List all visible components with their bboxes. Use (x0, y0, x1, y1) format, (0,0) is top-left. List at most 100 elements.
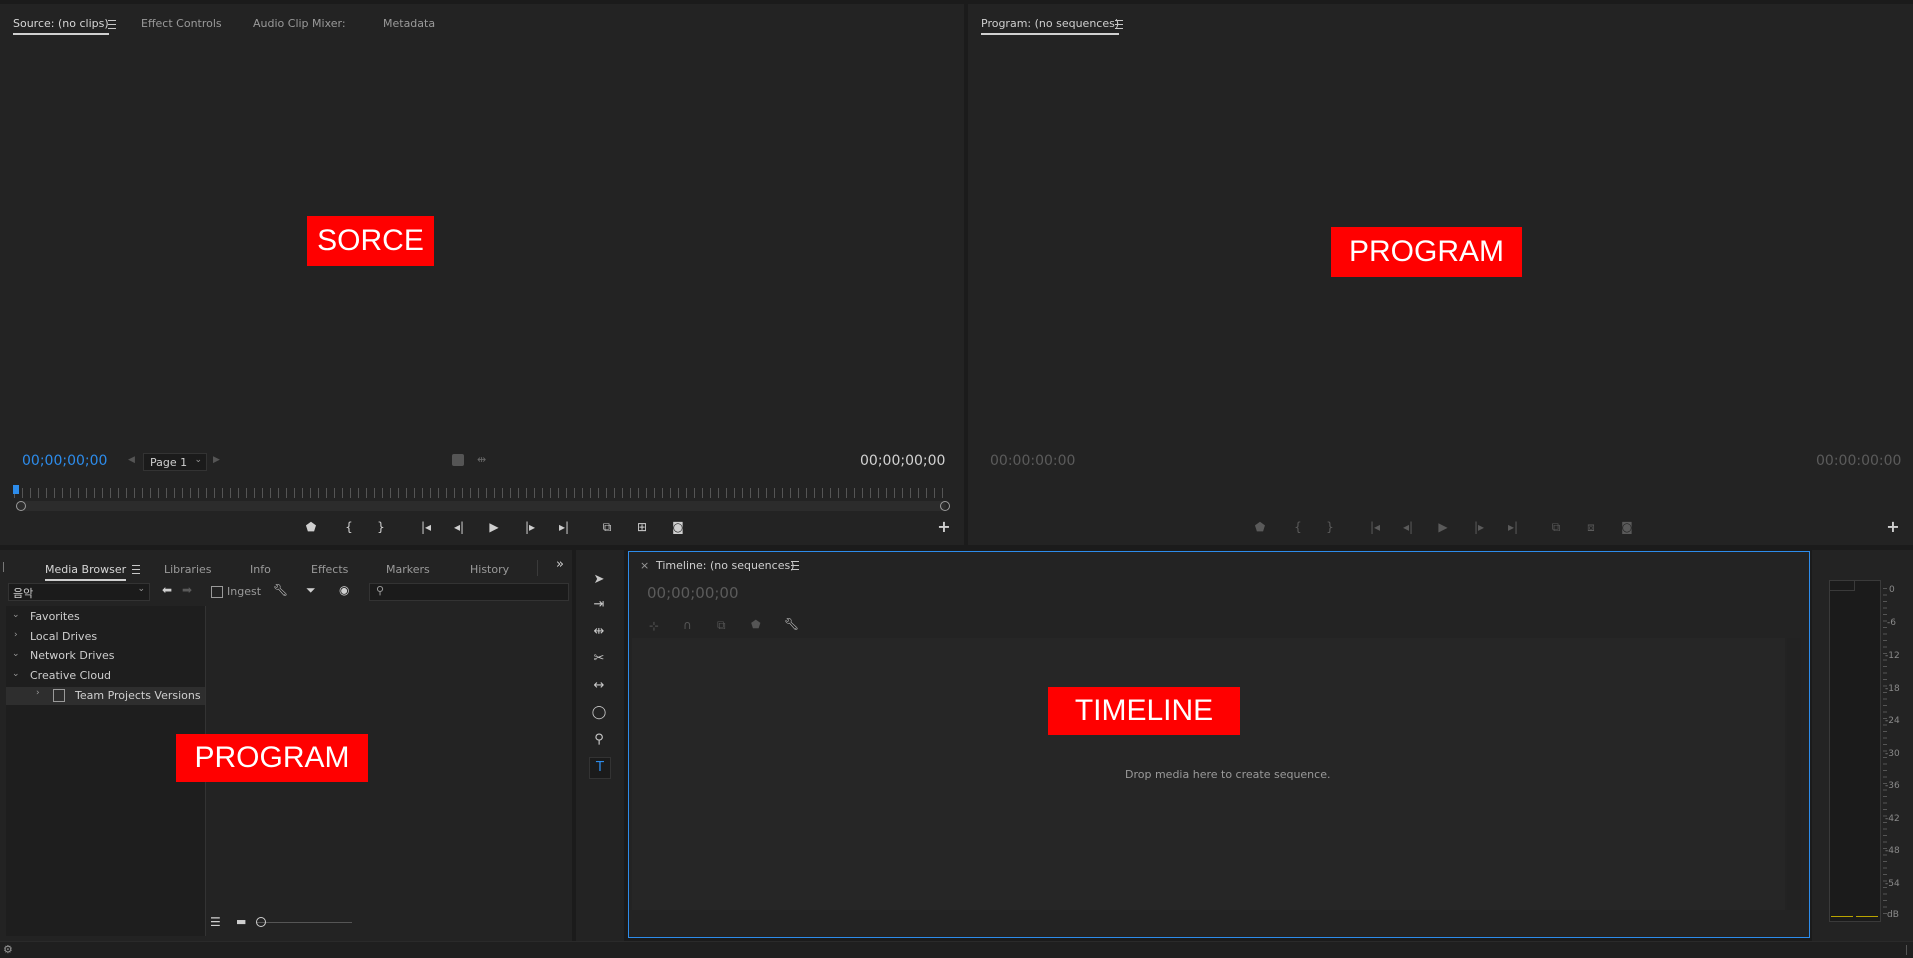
status-icon[interactable]: ⚙ (3, 943, 13, 956)
zoom-slider-handle[interactable] (256, 917, 266, 927)
snap-icon[interactable]: ∩ (683, 618, 692, 632)
chevron-down-icon: ⌄ (137, 584, 145, 594)
wrench-icon[interactable]: 🔧︎ (273, 583, 288, 597)
ripple-edit-tool-icon[interactable]: ⇹ (589, 622, 609, 642)
zoom-handle-left[interactable] (16, 501, 26, 511)
timeline-tab[interactable]: Timeline: (no sequences) (656, 559, 795, 572)
libraries-tab[interactable]: Libraries (164, 563, 212, 576)
filter-icon[interactable]: ⏷ (306, 583, 316, 598)
timeline-close-icon[interactable]: × (640, 559, 649, 572)
go-to-out-button[interactable]: ▸| (554, 519, 574, 535)
step-back-button[interactable]: ◂| (449, 519, 469, 535)
ellipse-tool-icon[interactable]: ◯ (589, 703, 609, 723)
chevron-down-icon: ⌄ (12, 649, 20, 659)
razor-tool-icon[interactable]: ✂ (589, 649, 609, 669)
mark-in-button[interactable]: { (339, 519, 359, 535)
source-time-ruler[interactable] (14, 488, 948, 498)
button-editor-plus-icon[interactable]: + (934, 519, 954, 535)
play-button[interactable]: ▶ (1433, 519, 1453, 535)
go-to-in-button[interactable]: |◂ (416, 519, 436, 535)
zoom-slider[interactable] (256, 922, 352, 923)
tree-item-local-drives[interactable]: › Local Drives (6, 630, 205, 646)
extract-button[interactable]: ⧈ (1581, 519, 1601, 535)
program-tab-menu-icon[interactable] (1115, 20, 1123, 29)
view-icon[interactable]: ◉ (339, 583, 349, 597)
meter-scale-36: -36 (1885, 781, 1900, 791)
page-select[interactable]: Page 1 ⌄ (143, 453, 207, 471)
meter-scale-6: -6 (1887, 618, 1896, 628)
program-timecode-current[interactable]: 00:00:00:00 (990, 453, 1075, 469)
icon-view-icon[interactable]: ▬ (236, 915, 246, 928)
history-tab[interactable]: History (470, 563, 509, 576)
timeline-scrollbar[interactable] (1787, 638, 1801, 910)
meter-scale-42: -42 (1885, 814, 1900, 824)
overwrite-button[interactable]: ⊞ (632, 519, 652, 535)
drop-frame-icon[interactable] (452, 454, 464, 466)
insert-button[interactable]: ⧉ (597, 519, 617, 535)
go-to-out-button[interactable]: ▸| (1503, 519, 1523, 535)
track-select-tool-icon[interactable]: ⇥ (589, 595, 609, 615)
zoom-tool-icon[interactable]: ⚲ (589, 730, 609, 750)
source-tab-menu-icon[interactable] (108, 20, 116, 29)
linked-selection-icon[interactable]: ⧉ (717, 618, 726, 633)
button-editor-plus-icon[interactable]: + (1883, 519, 1903, 535)
location-value: 음악 (13, 587, 34, 600)
source-zoom-bar[interactable] (16, 501, 946, 511)
playhead-icon[interactable] (13, 485, 19, 494)
location-dropdown[interactable]: 음악 ⌄ (8, 583, 150, 601)
source-timecode-current[interactable]: 00;00;00;00 (22, 453, 107, 469)
timeline-menu-icon[interactable] (791, 561, 799, 570)
timeline-settings-wrench-icon[interactable]: 🔧︎ (784, 617, 799, 631)
play-button[interactable]: ▶ (484, 519, 504, 535)
fit-icon[interactable]: ⇹ (477, 453, 486, 466)
search-input[interactable]: ⚲ (369, 583, 569, 601)
mark-out-button[interactable]: } (371, 519, 391, 535)
camera-icon[interactable]: ◙ (1617, 519, 1637, 535)
zoom-handle-right[interactable] (940, 501, 950, 511)
back-arrow-icon[interactable]: ⬅ (162, 583, 172, 597)
step-back-button[interactable]: ◂| (1398, 519, 1418, 535)
type-tool-icon[interactable]: T (589, 757, 611, 779)
tree-item-creative-cloud[interactable]: ⌄ Creative Cloud (6, 669, 205, 685)
info-tab[interactable]: Info (250, 563, 271, 576)
effect-controls-tab[interactable]: Effect Controls (141, 17, 222, 30)
metadata-tab[interactable]: Metadata (383, 17, 435, 30)
step-forward-button[interactable]: |▸ (1469, 519, 1489, 535)
overflow-tabs-icon[interactable]: » (556, 557, 564, 572)
prev-page-icon[interactable]: ◀ (128, 455, 135, 465)
audio-meter-level-left (1831, 916, 1853, 917)
ingest-checkbox[interactable] (211, 586, 223, 598)
add-marker-button[interactable]: ⬟ (301, 519, 321, 535)
markers-tab[interactable]: Markers (386, 563, 430, 576)
lift-button[interactable]: ⧉ (1546, 519, 1566, 535)
tab-divider (537, 560, 538, 576)
program-tab[interactable]: Program: (no sequences) (981, 17, 1120, 35)
team-projects-icon (53, 689, 65, 702)
forward-arrow-icon[interactable]: ➡ (182, 583, 192, 597)
drop-media-hint: Drop media here to create sequence. (1125, 768, 1331, 781)
nest-icon[interactable]: ⊹ (649, 619, 659, 633)
camera-icon[interactable]: ◙ (668, 519, 688, 535)
tree-item-network-drives[interactable]: ⌄ Network Drives (6, 649, 205, 665)
tree-label: Creative Cloud (30, 669, 112, 682)
slip-tool-icon[interactable]: ↔ (589, 676, 609, 696)
mark-out-button[interactable]: } (1320, 519, 1340, 535)
media-browser-menu-icon[interactable] (132, 565, 140, 574)
step-forward-button[interactable]: |▸ (520, 519, 540, 535)
add-marker-icon[interactable]: ⬟ (751, 618, 761, 631)
selection-tool-icon[interactable]: ➤ (589, 570, 609, 590)
source-tab[interactable]: Source: (no clips) (13, 17, 109, 35)
audio-clip-mixer-tab[interactable]: Audio Clip Mixer: (253, 17, 346, 30)
media-browser-panel: Media Browser Libraries Info Effects Mar… (0, 550, 572, 942)
timeline-timecode[interactable]: 00;00;00;00 (647, 584, 739, 602)
next-page-icon[interactable]: ▶ (213, 455, 220, 465)
mark-in-button[interactable]: { (1288, 519, 1308, 535)
tree-item-favorites[interactable]: ⌄ Favorites (6, 610, 205, 626)
add-marker-button[interactable]: ⬟ (1250, 519, 1270, 535)
go-to-in-button[interactable]: |◂ (1365, 519, 1385, 535)
list-view-icon[interactable]: ☰ (210, 915, 221, 929)
tree-item-team-projects-versions[interactable]: › Team Projects Versions (6, 687, 205, 705)
audio-meter-bar (1829, 580, 1881, 922)
media-browser-tab[interactable]: Media Browser (45, 563, 127, 581)
effects-tab[interactable]: Effects (311, 563, 348, 576)
